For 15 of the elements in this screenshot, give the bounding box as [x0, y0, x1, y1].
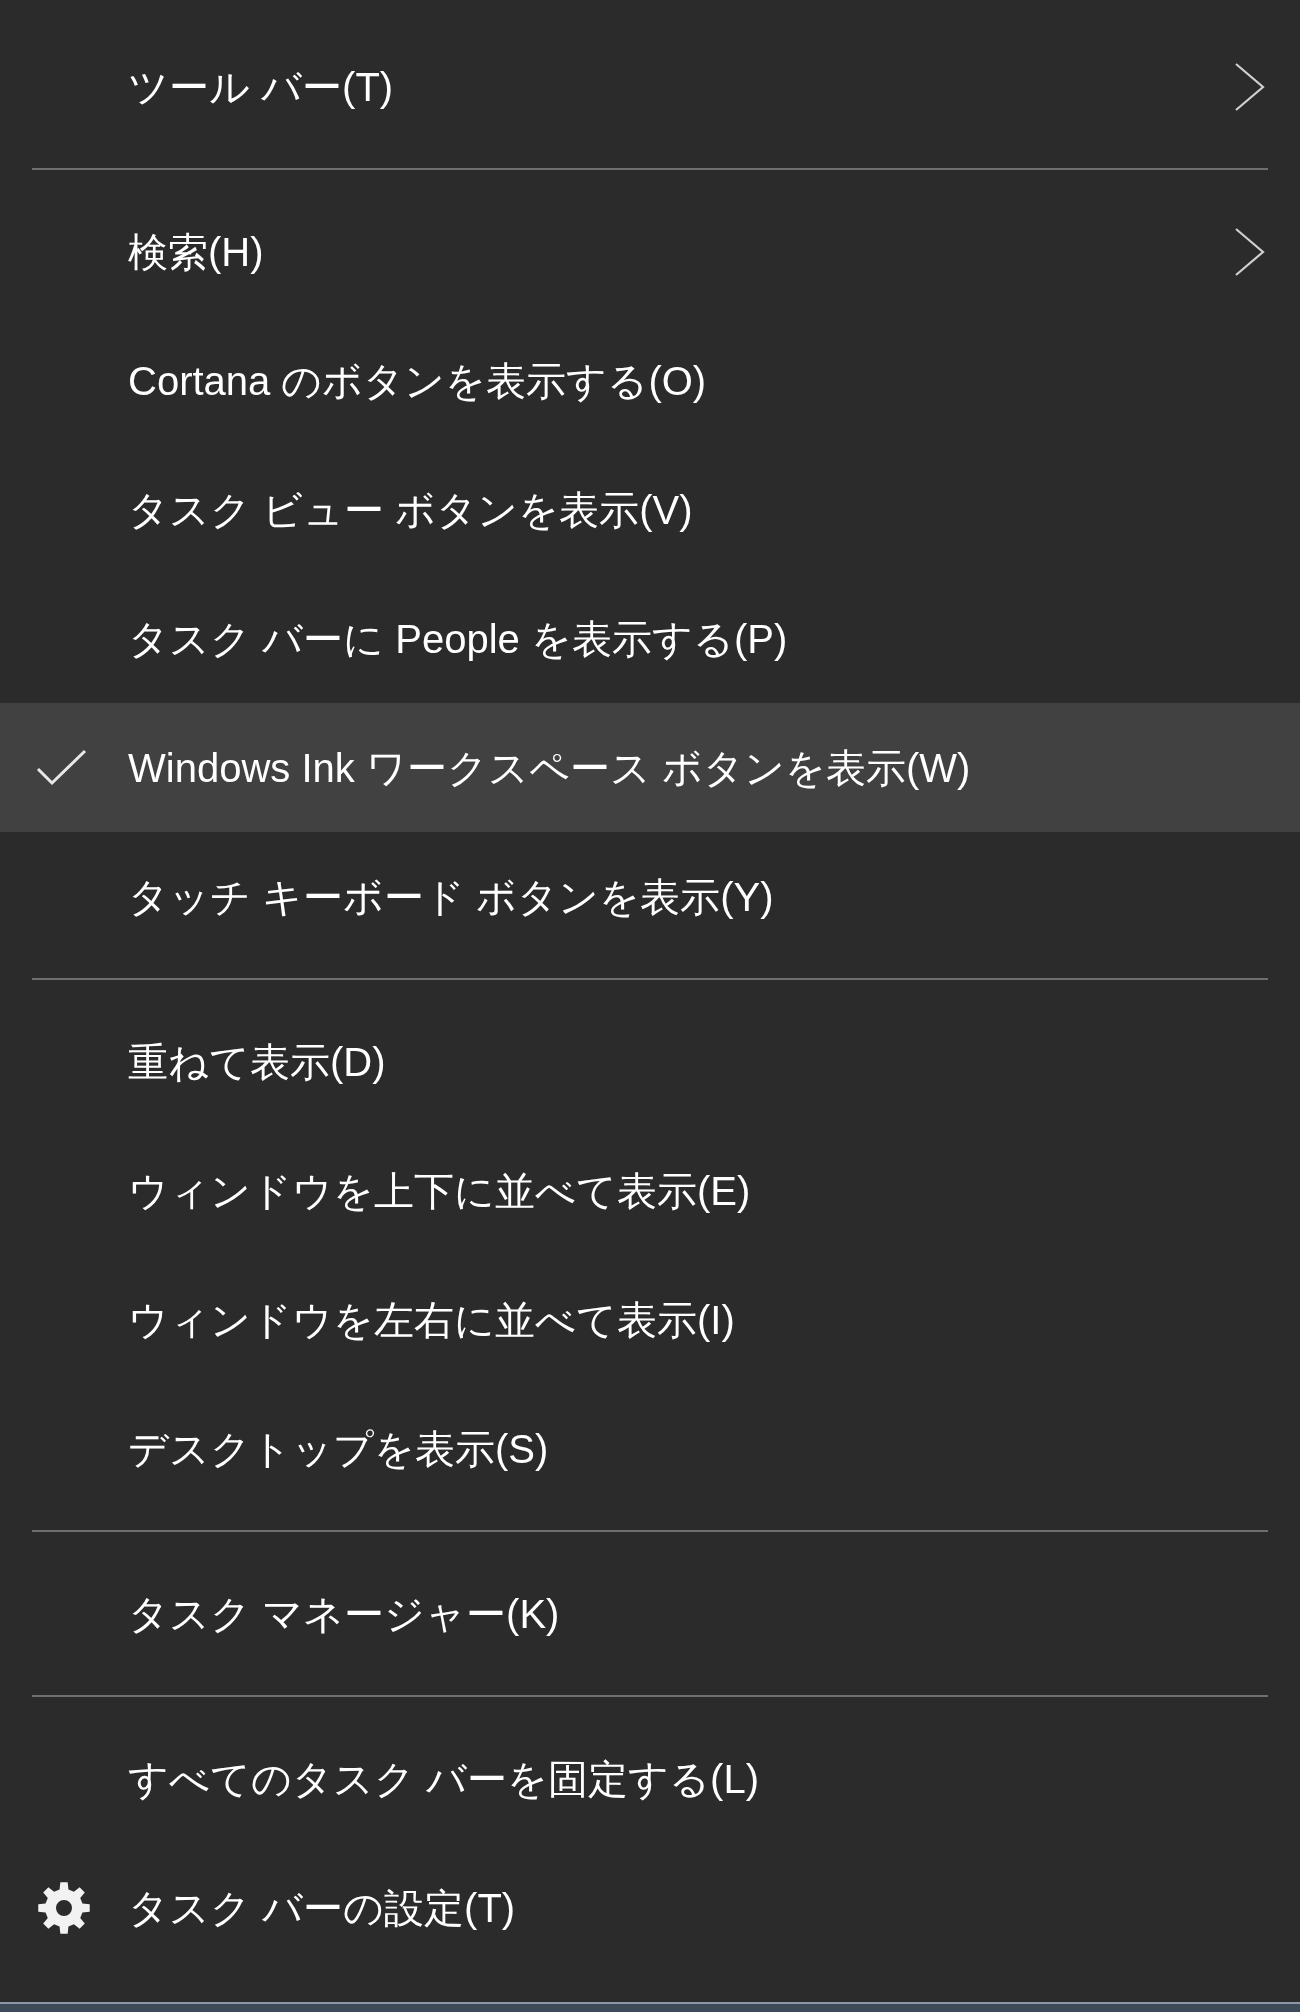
menu-item[interactable]: 検索(H): [0, 187, 1300, 316]
menu-item[interactable]: Cortana のボタンを表示する(O): [0, 316, 1300, 445]
gear-icon: [38, 1881, 90, 1934]
menu-item[interactable]: Windows Ink ワークスペース ボタンを表示(W): [0, 703, 1300, 832]
menu-item[interactable]: 重ねて表示(D): [0, 997, 1300, 1126]
menu-item[interactable]: ウィンドウを左右に並べて表示(I): [0, 1255, 1300, 1384]
menu-item[interactable]: ツール バー(T): [0, 22, 1300, 151]
menu-item[interactable]: タスク ビュー ボタンを表示(V): [0, 445, 1300, 574]
menu-item[interactable]: タッチ キーボード ボタンを表示(Y): [0, 832, 1300, 961]
menu-item[interactable]: タスク バーの設定(T): [0, 1843, 1300, 1972]
menu-item[interactable]: タスク バーに People を表示する(P): [0, 574, 1300, 703]
menu-item[interactable]: デスクトップを表示(S): [0, 1384, 1300, 1513]
menu-item[interactable]: ウィンドウを上下に並べて表示(E): [0, 1126, 1300, 1255]
menu-item[interactable]: タスク マネージャー(K): [0, 1549, 1300, 1678]
menu-item[interactable]: すべてのタスク バーを固定する(L): [0, 1714, 1300, 1843]
